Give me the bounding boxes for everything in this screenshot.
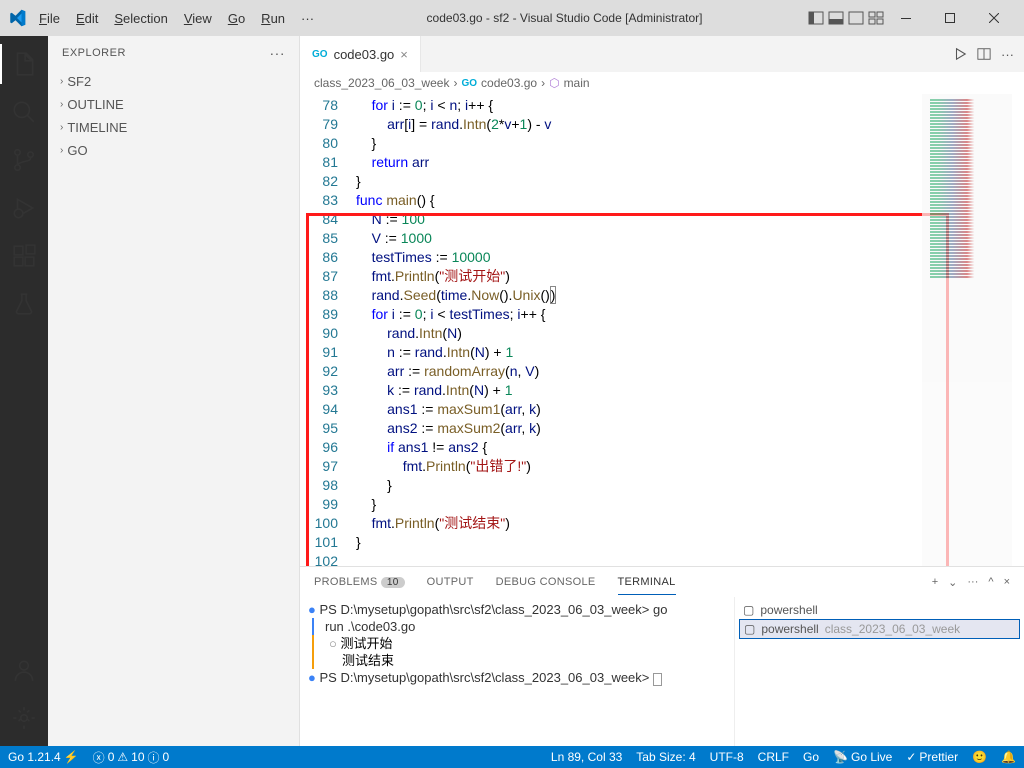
- maximize-button[interactable]: [928, 3, 972, 33]
- activity-debug[interactable]: [0, 188, 48, 228]
- tab-problems[interactable]: PROBLEMS 10: [314, 576, 405, 588]
- status-encoding[interactable]: UTF-8: [710, 750, 744, 764]
- activity-search[interactable]: [0, 92, 48, 132]
- activity-settings[interactable]: [0, 698, 48, 738]
- sidebar-title: EXPLORER: [62, 47, 126, 59]
- menu-edit[interactable]: Edit: [69, 7, 105, 30]
- menu-selection[interactable]: Selection: [107, 7, 174, 30]
- status-go[interactable]: Go 1.21.4 ⚡: [8, 750, 79, 764]
- breadcrumb[interactable]: class_2023_06_03_week› GOcode03.go› ⬡mai…: [300, 72, 1024, 94]
- layout-sidebar-icon[interactable]: [808, 10, 824, 26]
- tab-debug-console[interactable]: DEBUG CONSOLE: [496, 576, 596, 588]
- menu-view[interactable]: View: [177, 7, 219, 30]
- editor-area: GO code03.go × ··· class_2023_06_03_week…: [300, 36, 1024, 746]
- search-icon: [11, 99, 37, 125]
- terminal-entry[interactable]: ▢powershell class_2023_06_03_week: [739, 619, 1020, 639]
- go-file-icon: GO: [461, 78, 477, 89]
- layout-panel-icon[interactable]: [828, 10, 844, 26]
- status-cursor[interactable]: Ln 89, Col 33: [551, 750, 622, 764]
- status-prettier[interactable]: ✓ Prettier: [906, 750, 958, 764]
- status-feedback-icon[interactable]: 🙂: [972, 750, 987, 764]
- section-go[interactable]: ›GO: [48, 139, 299, 162]
- window-title: code03.go - sf2 - Visual Studio Code [Ad…: [321, 11, 808, 25]
- debug-icon: [11, 195, 37, 221]
- sidebar-header: EXPLORER ···: [48, 36, 299, 70]
- status-bell-icon[interactable]: 🔔: [1001, 750, 1016, 764]
- more-icon[interactable]: ···: [1001, 47, 1014, 62]
- status-diagnostics[interactable]: ⓧ 0 ⚠ 10 ⓘ 0: [93, 749, 170, 766]
- close-button[interactable]: [972, 3, 1016, 33]
- tab-bar: GO code03.go × ···: [300, 36, 1024, 72]
- extensions-icon: [11, 243, 37, 269]
- terminal-icon: ▢: [743, 603, 754, 617]
- status-golive[interactable]: 📡 Go Live: [833, 750, 892, 764]
- activity-explorer[interactable]: [0, 44, 48, 84]
- new-terminal-icon[interactable]: +: [932, 576, 938, 588]
- section-timeline[interactable]: ›TIMELINE: [48, 116, 299, 139]
- tab-code03[interactable]: GO code03.go ×: [300, 36, 421, 72]
- activity-testing[interactable]: [0, 284, 48, 324]
- menu-go[interactable]: Go: [221, 7, 252, 30]
- panel: PROBLEMS 10 OUTPUT DEBUG CONSOLE TERMINA…: [300, 566, 1024, 746]
- terminal-entry[interactable]: ▢powershell: [739, 601, 1020, 619]
- terminal[interactable]: ● PS D:\mysetup\gopath\src\sf2\class_202…: [300, 597, 734, 746]
- tab-label: code03.go: [334, 47, 395, 62]
- layout-custom-icon[interactable]: [868, 10, 884, 26]
- run-icon[interactable]: [953, 47, 967, 61]
- activity-scm[interactable]: [0, 140, 48, 180]
- vscode-logo-icon: [8, 9, 26, 27]
- title-bar: File Edit Selection View Go Run ··· code…: [0, 0, 1024, 36]
- minimize-button[interactable]: [884, 3, 928, 33]
- tab-terminal[interactable]: TERMINAL: [618, 576, 676, 595]
- account-icon: [11, 657, 37, 683]
- tab-output[interactable]: OUTPUT: [427, 576, 474, 588]
- maximize-panel-icon[interactable]: ^: [988, 576, 993, 588]
- menu-bar: File Edit Selection View Go Run ···: [32, 7, 321, 30]
- gear-icon: [11, 705, 37, 731]
- close-panel-icon[interactable]: ×: [1004, 576, 1010, 588]
- panel-tabs: PROBLEMS 10 OUTPUT DEBUG CONSOLE TERMINA…: [300, 567, 1024, 597]
- files-icon: [11, 51, 37, 77]
- code-editor[interactable]: 7879808182838485868788899091929394959697…: [300, 94, 1024, 566]
- activity-extensions[interactable]: [0, 236, 48, 276]
- menu-run[interactable]: Run: [254, 7, 292, 30]
- status-bar: Go 1.21.4 ⚡ ⓧ 0 ⚠ 10 ⓘ 0 Ln 89, Col 33 T…: [0, 746, 1024, 768]
- status-eol[interactable]: CRLF: [758, 750, 789, 764]
- layout-controls: [808, 10, 884, 26]
- status-tabsize[interactable]: Tab Size: 4: [636, 750, 695, 764]
- layout-right-icon[interactable]: [848, 10, 864, 26]
- more-icon[interactable]: ···: [967, 576, 978, 588]
- close-icon[interactable]: ×: [400, 47, 408, 62]
- split-icon[interactable]: [977, 47, 991, 61]
- menu-file[interactable]: File: [32, 7, 67, 30]
- line-gutter: 7879808182838485868788899091929394959697…: [300, 94, 356, 566]
- activity-account[interactable]: [0, 650, 48, 690]
- symbol-icon: ⬡: [549, 76, 559, 90]
- section-sf2[interactable]: ›SF2: [48, 70, 299, 93]
- chevron-down-icon[interactable]: ⌄: [948, 576, 957, 589]
- menu-more[interactable]: ···: [294, 7, 321, 30]
- minimap[interactable]: [922, 94, 1012, 566]
- section-outline[interactable]: ›OUTLINE: [48, 93, 299, 116]
- status-lang[interactable]: Go: [803, 750, 819, 764]
- go-file-icon: GO: [312, 49, 328, 60]
- sidebar-more-icon[interactable]: ···: [270, 45, 286, 61]
- terminal-list: ▢powershell ▢powershell class_2023_06_03…: [734, 597, 1024, 746]
- problems-badge: 10: [381, 577, 405, 588]
- terminal-icon: ▢: [744, 622, 755, 636]
- beaker-icon: [11, 291, 37, 317]
- branch-icon: [11, 147, 37, 173]
- explorer-sidebar: EXPLORER ··· ›SF2 ›OUTLINE ›TIMELINE ›GO: [48, 36, 300, 746]
- activity-bar: [0, 36, 48, 746]
